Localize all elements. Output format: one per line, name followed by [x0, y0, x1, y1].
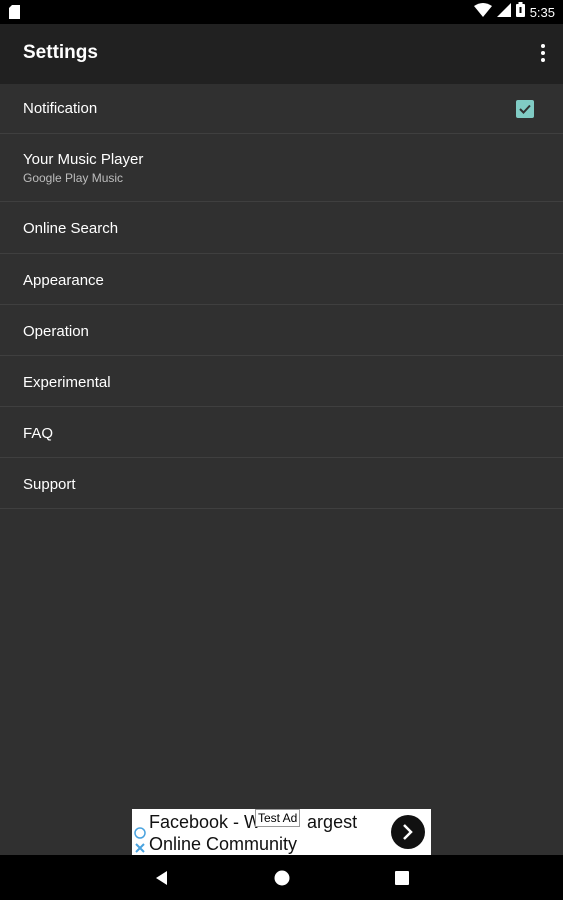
setting-title: Operation	[23, 323, 89, 340]
test-ad-badge: Test Ad	[255, 809, 301, 827]
back-icon	[156, 871, 167, 885]
wifi-icon	[473, 2, 492, 22]
notification-checkbox[interactable]	[516, 100, 534, 118]
setting-title: Your Music Player	[23, 151, 144, 168]
setting-faq[interactable]: FAQ	[0, 407, 563, 458]
setting-title: Appearance	[23, 272, 104, 289]
ad-line1: Facebook - W	[149, 812, 262, 832]
setting-title: Online Search	[23, 220, 119, 237]
overflow-menu-button[interactable]	[537, 40, 549, 66]
setting-title: FAQ	[23, 425, 54, 442]
adchoices-icon[interactable]	[133, 825, 147, 855]
setting-music-player[interactable]: Your Music Player Google Play Music	[0, 134, 563, 202]
setting-title: Notification	[23, 100, 98, 117]
setting-support[interactable]: Support	[0, 458, 563, 509]
setting-summary: Google Play Music	[23, 171, 124, 185]
settings-list: Notification Your Music Player Google Pl…	[0, 84, 563, 509]
setting-title: Experimental	[23, 374, 111, 391]
ad-banner[interactable]: Facebook - W argest Online Community Test…	[132, 809, 431, 855]
setting-appearance[interactable]: Appearance	[0, 254, 563, 305]
ad-line1-rest: argest	[307, 812, 358, 832]
battery-icon	[515, 2, 525, 22]
status-bar: 5:35	[0, 0, 563, 24]
ad-open-button[interactable]	[391, 815, 425, 849]
clock: 5:35	[529, 4, 555, 20]
sd-card-icon	[9, 5, 20, 24]
ad-text: Facebook - W argest Online Community	[149, 811, 357, 855]
setting-experimental[interactable]: Experimental	[0, 356, 563, 407]
navigation-bar	[0, 855, 563, 900]
ad-line2: Online Community	[149, 834, 298, 854]
home-icon	[274, 870, 290, 886]
more-vert-icon	[541, 51, 545, 55]
app-bar: Settings	[0, 24, 563, 84]
back-button[interactable]	[149, 865, 175, 891]
setting-notification[interactable]: Notification	[0, 84, 563, 134]
check-icon	[519, 104, 531, 114]
more-vert-icon	[541, 58, 545, 62]
setting-operation[interactable]: Operation	[0, 305, 563, 356]
setting-online-search[interactable]: Online Search	[0, 202, 563, 254]
chevron-right-icon	[403, 824, 413, 840]
home-button[interactable]	[269, 865, 295, 891]
setting-title: Support	[23, 476, 76, 493]
signal-icon	[496, 2, 511, 22]
recents-button[interactable]	[389, 865, 415, 891]
more-vert-icon	[541, 44, 545, 48]
page-title: Settings	[23, 42, 98, 63]
recents-icon	[395, 871, 409, 885]
status-icons: 5:35	[473, 2, 555, 22]
